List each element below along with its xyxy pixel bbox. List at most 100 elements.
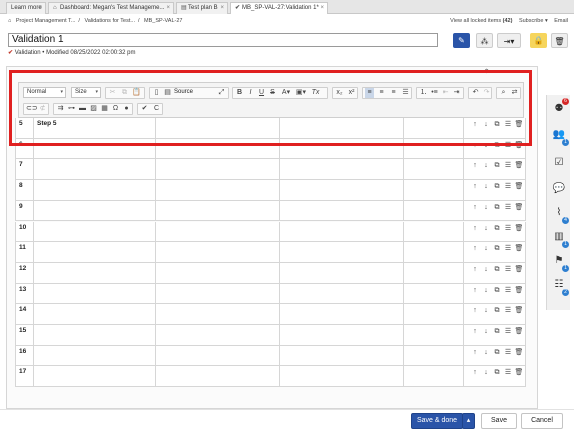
- tab-learn-more[interactable]: Learn more ×: [6, 2, 46, 14]
- move-down-icon[interactable]: ↓: [481, 244, 491, 254]
- trash-icon[interactable]: 🗑: [514, 265, 524, 275]
- save-done-button[interactable]: Save & done: [411, 413, 463, 429]
- status-cell[interactable]: [404, 366, 464, 387]
- close-icon[interactable]: ×: [166, 3, 170, 14]
- duplicate-icon[interactable]: ⧉: [492, 224, 502, 234]
- notes-cell[interactable]: [280, 283, 404, 304]
- lock-button[interactable]: 🔒: [530, 33, 547, 48]
- insert-row-icon[interactable]: ☰: [503, 265, 513, 275]
- save-button[interactable]: Save: [481, 413, 517, 429]
- notifications-icon[interactable]: ⚉ 6: [551, 98, 569, 117]
- trash-icon[interactable]: 🗑: [514, 182, 524, 192]
- subscribe-button[interactable]: Subscribe ▾: [519, 18, 548, 24]
- duplicate-icon[interactable]: ⧉: [492, 368, 502, 378]
- notes-cell[interactable]: [280, 242, 404, 262]
- duplicate-icon[interactable]: ⧉: [492, 161, 502, 171]
- move-up-icon[interactable]: ↑: [470, 348, 480, 358]
- duplicate-icon[interactable]: ⧉: [492, 306, 502, 316]
- move-up-icon[interactable]: ↑: [470, 265, 480, 275]
- export-dropdown[interactable]: ⇥▾: [497, 33, 521, 48]
- trash-icon[interactable]: 🗑: [514, 244, 524, 254]
- move-up-icon[interactable]: ↑: [470, 286, 480, 296]
- move-up-icon[interactable]: ↑: [470, 161, 480, 171]
- locked-items-link[interactable]: View all locked items (42): [445, 18, 512, 24]
- email-button[interactable]: Email: [554, 18, 568, 24]
- expected-result-cell[interactable]: [156, 242, 280, 262]
- step-cell[interactable]: [34, 366, 156, 387]
- status-cell[interactable]: [404, 221, 464, 242]
- status-cell[interactable]: [404, 304, 464, 324]
- move-down-icon[interactable]: ↓: [481, 368, 491, 378]
- breadcrumb-item[interactable]: Project Management T...: [16, 18, 76, 24]
- tags-icon[interactable]: ⚑ 1: [551, 253, 569, 272]
- expected-result-cell[interactable]: [156, 304, 280, 324]
- move-up-icon[interactable]: ↑: [470, 368, 480, 378]
- breadcrumb-item[interactable]: MB_SP-VAL-27: [144, 18, 182, 24]
- move-down-icon[interactable]: ↓: [481, 327, 491, 337]
- duplicate-icon[interactable]: ⧉: [492, 327, 502, 337]
- status-cell[interactable]: [404, 159, 464, 180]
- notes-cell[interactable]: [280, 366, 404, 387]
- move-up-icon[interactable]: ↑: [470, 182, 480, 192]
- move-down-icon[interactable]: ↓: [481, 224, 491, 234]
- status-cell[interactable]: [404, 200, 464, 221]
- step-cell[interactable]: [34, 159, 156, 180]
- close-icon[interactable]: ×: [38, 3, 42, 14]
- breadcrumb-item[interactable]: Validations for Test...: [84, 18, 135, 24]
- expected-result-cell[interactable]: [156, 345, 280, 366]
- move-up-icon[interactable]: ↑: [470, 327, 480, 337]
- save-options-dropdown[interactable]: ▴: [462, 413, 475, 429]
- status-cell[interactable]: [404, 262, 464, 283]
- expected-result-cell[interactable]: [156, 283, 280, 304]
- insert-row-icon[interactable]: ☰: [503, 327, 513, 337]
- duplicate-icon[interactable]: ⧉: [492, 203, 502, 213]
- trash-icon[interactable]: 🗑: [514, 368, 524, 378]
- insert-row-icon[interactable]: ☰: [503, 224, 513, 234]
- notes-cell[interactable]: [280, 159, 404, 180]
- notes-cell[interactable]: [280, 200, 404, 221]
- move-down-icon[interactable]: ↓: [481, 348, 491, 358]
- insert-row-icon[interactable]: ☰: [503, 182, 513, 192]
- step-cell[interactable]: [34, 345, 156, 366]
- step-cell[interactable]: [34, 283, 156, 304]
- tab-dashboard[interactable]: ⌂ Dashboard: Megan's Test Manageme... ×: [48, 2, 174, 14]
- notes-cell[interactable]: [280, 345, 404, 366]
- insert-row-icon[interactable]: ☰: [503, 203, 513, 213]
- people-icon[interactable]: 👥 1: [551, 127, 569, 146]
- notes-cell[interactable]: [280, 304, 404, 324]
- trash-icon[interactable]: 🗑: [514, 203, 524, 213]
- notes-cell[interactable]: [280, 262, 404, 283]
- versions-icon[interactable]: ▥ 1: [551, 229, 569, 248]
- activity-icon[interactable]: ⌇ 4: [551, 205, 569, 224]
- duplicate-icon[interactable]: ⧉: [492, 286, 502, 296]
- move-down-icon[interactable]: ↓: [481, 265, 491, 275]
- review-icon[interactable]: ☑: [551, 155, 567, 171]
- step-cell[interactable]: [34, 200, 156, 221]
- insert-row-icon[interactable]: ☰: [503, 286, 513, 296]
- trash-icon[interactable]: 🗑: [514, 306, 524, 316]
- step-cell[interactable]: [34, 325, 156, 345]
- relationships-button[interactable]: ⁂: [476, 33, 493, 48]
- move-down-icon[interactable]: ↓: [481, 203, 491, 213]
- insert-row-icon[interactable]: ☰: [503, 306, 513, 316]
- status-cell[interactable]: [404, 345, 464, 366]
- expected-result-cell[interactable]: [156, 366, 280, 387]
- delete-button[interactable]: 🗑: [551, 33, 568, 48]
- move-up-icon[interactable]: ↑: [470, 306, 480, 316]
- expected-result-cell[interactable]: [156, 325, 280, 345]
- trash-icon[interactable]: 🗑: [514, 161, 524, 171]
- duplicate-icon[interactable]: ⧉: [492, 348, 502, 358]
- status-cell[interactable]: [404, 180, 464, 200]
- title-input[interactable]: Validation 1: [8, 33, 438, 47]
- step-cell[interactable]: [34, 262, 156, 283]
- move-up-icon[interactable]: ↑: [470, 244, 480, 254]
- insert-row-icon[interactable]: ☰: [503, 368, 513, 378]
- move-down-icon[interactable]: ↓: [481, 286, 491, 296]
- expected-result-cell[interactable]: [156, 159, 280, 180]
- move-up-icon[interactable]: ↑: [470, 224, 480, 234]
- insert-row-icon[interactable]: ☰: [503, 161, 513, 171]
- edit-pencil-button[interactable]: ✎: [453, 33, 470, 48]
- trash-icon[interactable]: 🗑: [514, 224, 524, 234]
- status-cell[interactable]: [404, 242, 464, 262]
- notes-cell[interactable]: [280, 180, 404, 200]
